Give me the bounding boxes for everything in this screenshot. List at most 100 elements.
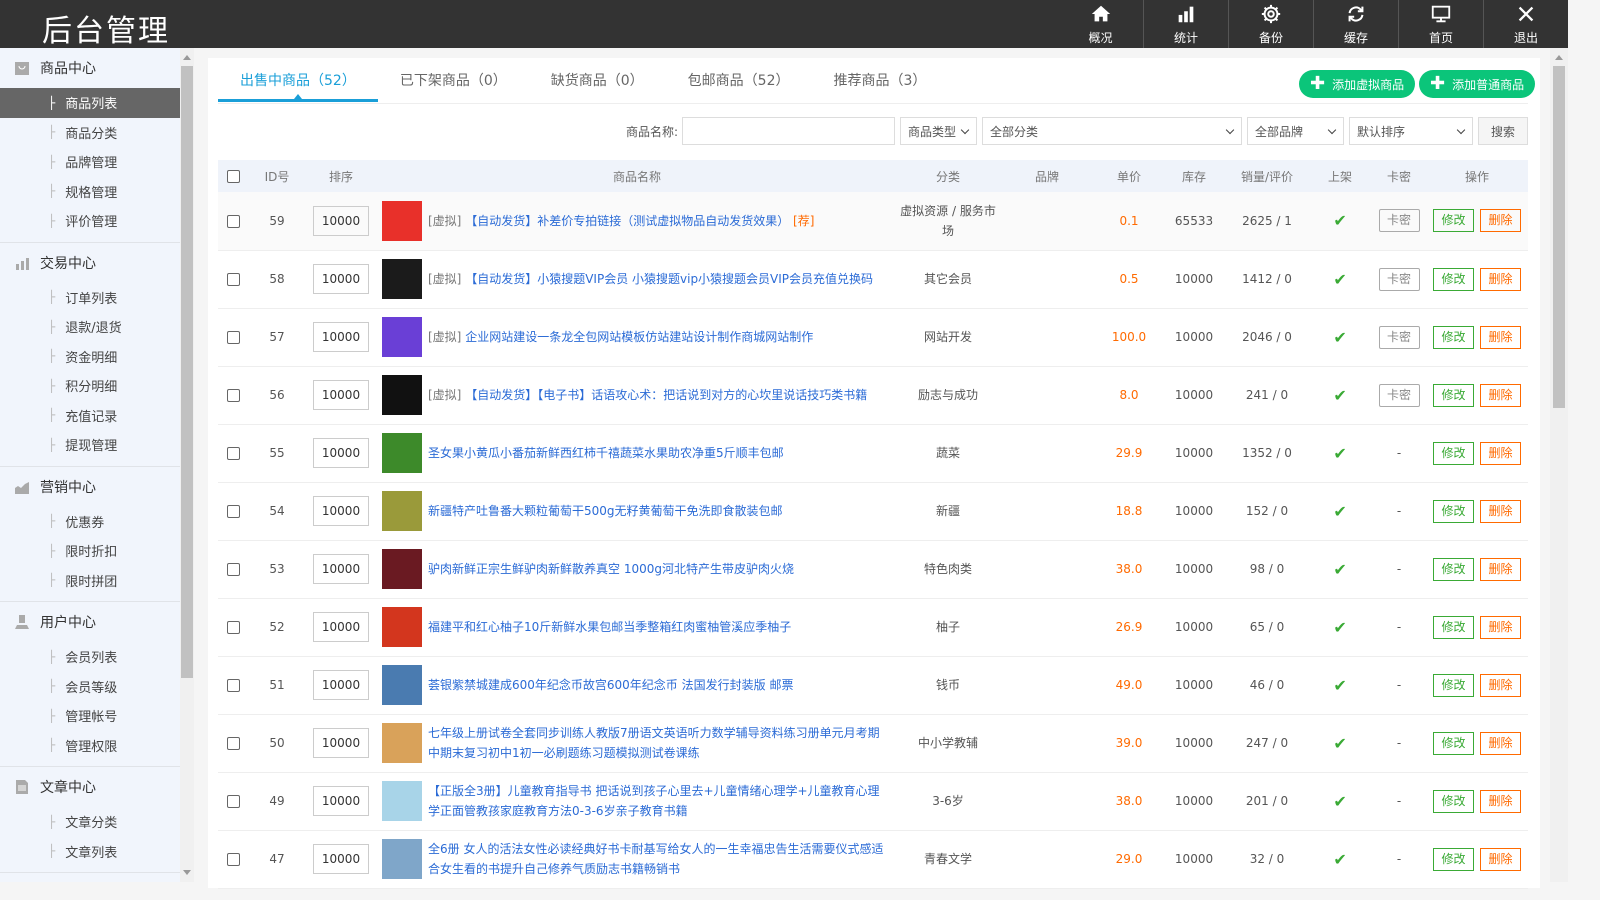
row-checkbox[interactable] (227, 505, 240, 518)
sort-select[interactable]: 默认排序 (1349, 117, 1473, 145)
sidebar-item[interactable]: ├商品分类 (0, 118, 180, 148)
product-name-link[interactable]: 福建平和红心柚子10斤新鲜水果包邮当季整箱红肉蜜柚管溪应季柚子 (428, 598, 898, 656)
product-name-input[interactable] (682, 117, 895, 145)
card-key-button[interactable]: 卡密 (1379, 268, 1420, 291)
tab[interactable]: 已下架商品（0） (378, 58, 529, 102)
nav-refresh[interactable]: 缓存 (1313, 0, 1398, 48)
product-thumbnail[interactable] (382, 491, 422, 531)
nav-close[interactable]: 退出 (1483, 0, 1568, 48)
product-name-link[interactable]: 荟银紫禁城建成600年纪念币故宫600年纪念币 法国发行封装版 邮票 (428, 656, 898, 714)
page-scrollbar[interactable] (1550, 48, 1568, 882)
product-name-link[interactable]: 驴肉新鲜正宗生鲜驴肉新鲜散养真空 1000g河北特产生带皮驴肉火烧 (428, 540, 898, 598)
delete-button[interactable]: 删除 (1480, 674, 1521, 697)
edit-button[interactable]: 修改 (1433, 209, 1474, 232)
product-thumbnail[interactable] (382, 665, 422, 705)
row-checkbox[interactable] (227, 273, 240, 286)
delete-button[interactable]: 删除 (1480, 732, 1521, 755)
sidebar-item[interactable]: ├提现管理 (0, 430, 180, 460)
product-thumbnail[interactable] (382, 201, 422, 241)
checkmark-icon[interactable]: ✔ (1333, 618, 1346, 637)
product-name-link[interactable]: [虚拟] 【自动发货】补差价专拍链接（测试虚拟物品自动发货效果） [荐] (428, 192, 898, 250)
sidebar-item[interactable]: ├商品列表 (0, 88, 180, 118)
row-checkbox[interactable] (227, 215, 240, 228)
card-key-button[interactable]: 卡密 (1379, 209, 1420, 232)
row-checkbox[interactable] (227, 331, 240, 344)
search-button[interactable]: 搜索 (1478, 117, 1528, 145)
sidebar-scrollbar[interactable] (180, 48, 194, 882)
sidebar-section-title[interactable]: 用户中心 (0, 602, 180, 642)
checkmark-icon[interactable]: ✔ (1333, 386, 1346, 405)
delete-button[interactable]: 删除 (1480, 442, 1521, 465)
sidebar-item[interactable]: ├品牌管理 (0, 147, 180, 177)
product-thumbnail[interactable] (382, 317, 422, 357)
sidebar-item[interactable]: ├充值记录 (0, 401, 180, 431)
card-key-button[interactable]: 卡密 (1379, 384, 1420, 407)
sort-input[interactable]: 10000 (313, 496, 369, 526)
checkmark-icon[interactable]: ✔ (1333, 328, 1346, 347)
tab[interactable]: 推荐商品（3） (812, 58, 949, 102)
sort-input[interactable]: 10000 (313, 612, 369, 642)
sidebar-item[interactable]: ├订单列表 (0, 283, 180, 313)
edit-button[interactable]: 修改 (1433, 732, 1474, 755)
edit-button[interactable]: 修改 (1433, 790, 1474, 813)
sort-input[interactable]: 10000 (313, 554, 369, 584)
row-checkbox[interactable] (227, 563, 240, 576)
edit-button[interactable]: 修改 (1433, 442, 1474, 465)
sort-input[interactable]: 10000 (313, 438, 369, 468)
row-checkbox[interactable] (227, 737, 240, 750)
brand-select[interactable]: 全部品牌 (1247, 117, 1344, 145)
tab[interactable]: 缺货商品（0） (529, 58, 666, 102)
edit-button[interactable]: 修改 (1433, 558, 1474, 581)
sidebar-item[interactable]: ├优惠券 (0, 507, 180, 537)
edit-button[interactable]: 修改 (1433, 616, 1474, 639)
delete-button[interactable]: 删除 (1480, 384, 1521, 407)
edit-button[interactable]: 修改 (1433, 848, 1474, 871)
product-thumbnail[interactable] (382, 549, 422, 589)
delete-button[interactable]: 删除 (1480, 326, 1521, 349)
product-thumbnail[interactable] (382, 723, 422, 763)
checkmark-icon[interactable]: ✔ (1333, 502, 1346, 521)
nav-home[interactable]: 概况 (1058, 0, 1143, 48)
checkmark-icon[interactable]: ✔ (1333, 211, 1346, 230)
delete-button[interactable]: 删除 (1480, 500, 1521, 523)
row-checkbox[interactable] (227, 795, 240, 808)
delete-button[interactable]: 删除 (1480, 790, 1521, 813)
checkmark-icon[interactable]: ✔ (1333, 850, 1346, 869)
sidebar-item[interactable]: ├规格管理 (0, 177, 180, 207)
sidebar-item[interactable]: ├文章列表 (0, 837, 180, 867)
delete-button[interactable]: 删除 (1480, 268, 1521, 291)
sort-input[interactable]: 10000 (313, 670, 369, 700)
sidebar-item[interactable]: ├评价管理 (0, 206, 180, 236)
sort-input[interactable]: 10000 (313, 322, 369, 352)
product-name-link[interactable]: 圣女果小黄瓜小番茄新鲜西红柿千禧蔬菜水果助农净重5斤顺丰包邮 (428, 424, 898, 482)
sort-input[interactable]: 10000 (313, 786, 369, 816)
checkmark-icon[interactable]: ✔ (1333, 734, 1346, 753)
product-name-link[interactable]: 【正版全3册】儿童教育指导书 把话说到孩子心里去+儿童情绪心理学+儿童教育心理学… (428, 772, 898, 830)
category-select[interactable]: 全部分类 (982, 117, 1242, 145)
select-all-checkbox[interactable] (227, 170, 240, 183)
row-checkbox[interactable] (227, 853, 240, 866)
checkmark-icon[interactable]: ✔ (1333, 676, 1346, 695)
sidebar-item[interactable]: ├文章分类 (0, 807, 180, 837)
product-name-link[interactable]: [虚拟] 【自动发货】小猿搜题VIP会员 小猿搜题vip小猿搜题会员VIP会员充… (428, 250, 898, 308)
delete-button[interactable]: 删除 (1480, 209, 1521, 232)
sidebar-section-title[interactable]: 文章中心 (0, 767, 180, 807)
sidebar-item[interactable]: ├会员等级 (0, 672, 180, 702)
row-checkbox[interactable] (227, 447, 240, 460)
delete-button[interactable]: 删除 (1480, 558, 1521, 581)
sidebar-item[interactable]: ├管理权限 (0, 731, 180, 761)
edit-button[interactable]: 修改 (1433, 500, 1474, 523)
sort-input[interactable]: 10000 (313, 380, 369, 410)
product-thumbnail[interactable] (382, 259, 422, 299)
row-checkbox[interactable] (227, 389, 240, 402)
delete-button[interactable]: 删除 (1480, 616, 1521, 639)
sidebar-section-title[interactable]: 商品中心 (0, 48, 180, 88)
product-name-link[interactable]: 全6册 女人的活法女性必读经典好书卡耐基写给女人的一生幸福忠告生活需要仪式感适合… (428, 830, 898, 888)
sort-input[interactable]: 10000 (313, 728, 369, 758)
product-name-link[interactable]: [虚拟] 【自动发货】【电子书】话语攻心术：把话说到对方的心坎里说话技巧类书籍 (428, 366, 898, 424)
sort-input[interactable]: 10000 (313, 844, 369, 874)
sidebar-item[interactable]: ├退款/退货 (0, 312, 180, 342)
row-checkbox[interactable] (227, 679, 240, 692)
product-thumbnail[interactable] (382, 839, 422, 879)
sidebar-section-title[interactable]: 营销中心 (0, 467, 180, 507)
